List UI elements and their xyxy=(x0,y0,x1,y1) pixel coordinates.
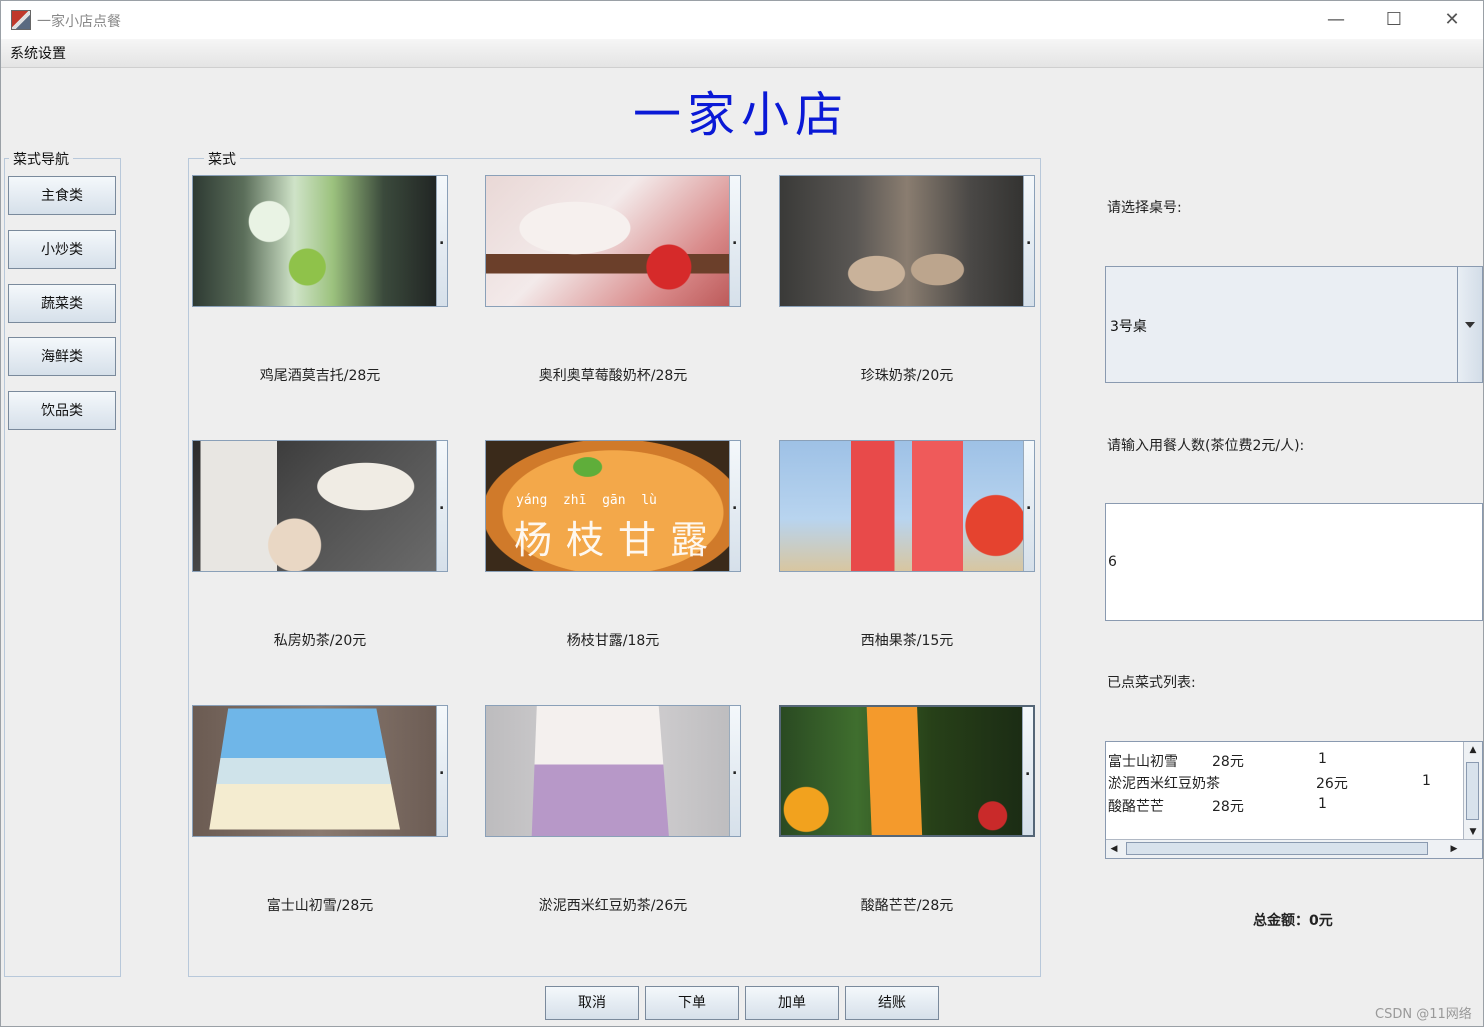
close-icon[interactable]: ✕ xyxy=(1429,5,1475,35)
menu-bar: 系统设置 xyxy=(1,39,1483,68)
scroll-up-icon[interactable]: ▲ xyxy=(1465,742,1481,758)
dish-name-mango-yogurt: 酸酪芒芒/28元 xyxy=(860,898,954,914)
add-order-button[interactable]: 加单 xyxy=(745,986,839,1020)
dish-image-private-milktea[interactable] xyxy=(192,440,448,572)
vertical-scroll-thumb[interactable] xyxy=(1466,762,1479,820)
cancel-button[interactable]: 取消 xyxy=(545,986,639,1020)
window-title: 一家小店点餐 xyxy=(37,14,121,30)
dish-name-sago-redbean: 淤泥西米红豆奶茶/26元 xyxy=(538,898,688,914)
scroll-left-icon[interactable]: ◀ xyxy=(1106,841,1122,857)
table-select[interactable]: 3号桌 xyxy=(1105,266,1483,383)
dish-image-fuji-snow[interactable] xyxy=(192,705,448,837)
dish-image-mojito[interactable] xyxy=(192,175,448,307)
total-amount: 总金额：0元 xyxy=(1253,913,1333,929)
menu-system-settings[interactable]: 系统设置 xyxy=(10,43,66,63)
dish-image-pearl-milktea[interactable] xyxy=(779,175,1035,307)
chevron-down-icon[interactable] xyxy=(1457,267,1482,382)
dish-image-oreo-yogurt[interactable] xyxy=(485,175,741,307)
dish-name-mango-sago: 杨枝甘露/18元 xyxy=(566,633,660,649)
dish-image-mango-yogurt[interactable] xyxy=(779,705,1035,837)
dish-image-mango-sago[interactable]: yáng zhī gān lù 杨枝甘露 xyxy=(485,440,741,572)
people-count-input[interactable]: 6 xyxy=(1105,503,1483,621)
order-list-label: 已点菜式列表: xyxy=(1107,675,1196,691)
place-order-button[interactable]: 下单 xyxy=(645,986,739,1020)
people-count-value: 6 xyxy=(1108,554,1117,570)
people-count-label: 请输入用餐人数(茶位费2元/人): xyxy=(1107,438,1305,454)
order-list-vertical-scrollbar[interactable]: ▲ ▼ xyxy=(1463,742,1482,840)
nav-button-stirfry[interactable]: 小炒类 xyxy=(8,230,116,269)
checkout-button[interactable]: 结账 xyxy=(845,986,939,1020)
maximize-icon[interactable]: ☐ xyxy=(1371,5,1417,35)
dish-name-pearl-milktea: 珍珠奶茶/20元 xyxy=(860,368,954,384)
dishes-group-label: 菜式 xyxy=(204,149,240,169)
table-select-value: 3号桌 xyxy=(1110,319,1147,335)
dish-name-oreo-yogurt: 奥利奥草莓酸奶杯/28元 xyxy=(538,368,688,384)
app-icon xyxy=(11,10,31,30)
order-list-horizontal-scrollbar[interactable]: ◀ ▶ xyxy=(1106,839,1482,858)
dish-name-grapefruit-tea: 西柚果茶/15元 xyxy=(860,633,954,649)
mango-sago-overlay-text: 杨枝甘露 xyxy=(514,518,723,562)
scroll-right-icon[interactable]: ▶ xyxy=(1446,841,1462,857)
nav-button-drinks[interactable]: 饮品类 xyxy=(8,391,116,430)
nav-group xyxy=(4,158,121,977)
dish-name-fuji-snow: 富士山初雪/28元 xyxy=(266,898,374,914)
dish-name-mojito: 鸡尾酒莫吉托/28元 xyxy=(259,368,381,384)
dish-image-grapefruit-tea[interactable] xyxy=(779,440,1035,572)
minimize-icon[interactable]: — xyxy=(1313,5,1359,35)
nav-button-seafood[interactable]: 海鲜类 xyxy=(8,337,116,376)
title-bar: 一家小店点餐 — ☐ ✕ xyxy=(1,1,1483,39)
horizontal-scroll-thumb[interactable] xyxy=(1126,842,1428,855)
order-list[interactable]: 富士山初雪 28元 1 淤泥西米红豆奶茶 26元 1 酸酪芒芒 28元 1 ▲ … xyxy=(1105,741,1483,859)
table-select-label: 请选择桌号: xyxy=(1107,200,1182,216)
mango-sago-pinyin: yáng zhī gān lù xyxy=(516,493,657,508)
scroll-down-icon[interactable]: ▼ xyxy=(1465,824,1481,840)
shop-title: 一家小店 xyxy=(633,87,850,143)
dish-name-private-milktea: 私房奶茶/20元 xyxy=(273,633,367,649)
app-window: 一家小店点餐 — ☐ ✕ 系统设置 一家小店 菜式导航 主食类 小炒类 蔬菜类 … xyxy=(0,0,1484,1027)
watermark: CSDN @11网络 xyxy=(1375,1007,1472,1022)
dish-image-sago-redbean[interactable] xyxy=(485,705,741,837)
nav-button-staple[interactable]: 主食类 xyxy=(8,176,116,215)
nav-button-vegetable[interactable]: 蔬菜类 xyxy=(8,284,116,323)
nav-group-label: 菜式导航 xyxy=(9,149,73,169)
